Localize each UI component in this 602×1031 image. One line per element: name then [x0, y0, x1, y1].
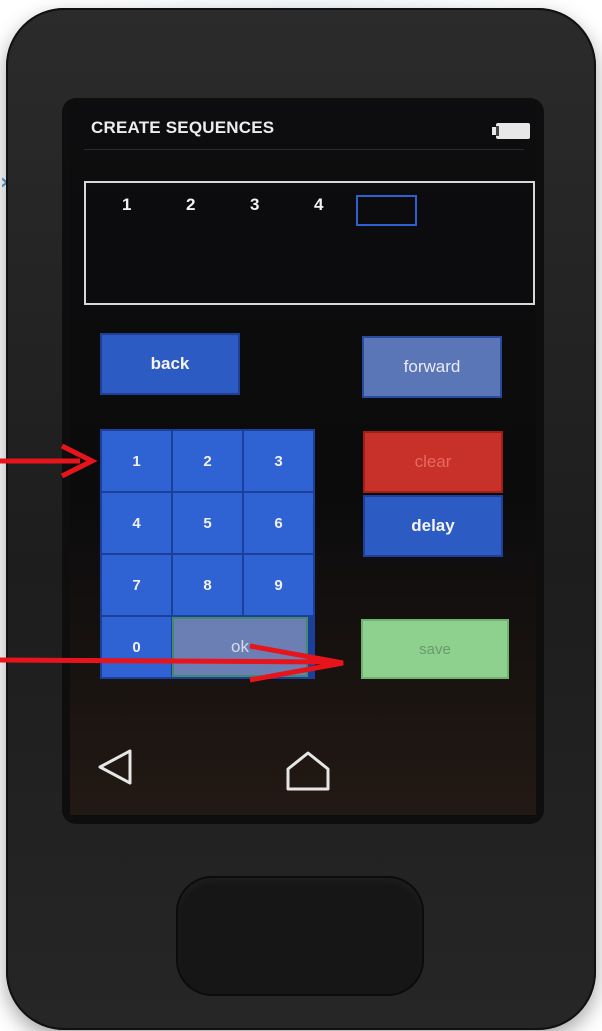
- sequence-item: 4: [314, 195, 324, 214]
- battery-icon: [492, 123, 530, 139]
- key-6[interactable]: 6: [244, 493, 313, 553]
- device-screen: CREATE SEQUENCES 1 2 3 4 back forward 1 …: [70, 103, 536, 815]
- clear-button[interactable]: clear: [363, 431, 503, 493]
- sequence-item: 1: [122, 195, 132, 214]
- sequence-display: 1 2 3 4: [84, 181, 535, 305]
- back-button[interactable]: back: [100, 333, 240, 395]
- key-9[interactable]: 9: [244, 555, 313, 615]
- sequence-input-cursor: [356, 195, 417, 226]
- numeric-keypad: 1 2 3 4 5 6 7 8 9 0 ok: [100, 429, 315, 679]
- hardware-home-button[interactable]: [176, 876, 424, 996]
- title-divider: [84, 149, 524, 150]
- key-8[interactable]: 8: [173, 555, 242, 615]
- sequence-item: 3: [250, 195, 260, 214]
- key-4[interactable]: 4: [102, 493, 171, 553]
- save-button[interactable]: save: [361, 619, 509, 679]
- home-icon[interactable]: [284, 749, 332, 793]
- delay-button[interactable]: delay: [363, 495, 503, 557]
- key-2[interactable]: 2: [173, 431, 242, 491]
- key-0[interactable]: 0: [102, 617, 171, 677]
- ok-button[interactable]: ok: [172, 617, 308, 677]
- back-triangle-icon[interactable]: [96, 747, 136, 787]
- key-7[interactable]: 7: [102, 555, 171, 615]
- forward-button[interactable]: forward: [362, 336, 502, 398]
- key-5[interactable]: 5: [173, 493, 242, 553]
- key-3[interactable]: 3: [244, 431, 313, 491]
- key-1[interactable]: 1: [102, 431, 171, 491]
- sequence-item: 2: [186, 195, 196, 214]
- page-title: CREATE SEQUENCES: [91, 118, 275, 137]
